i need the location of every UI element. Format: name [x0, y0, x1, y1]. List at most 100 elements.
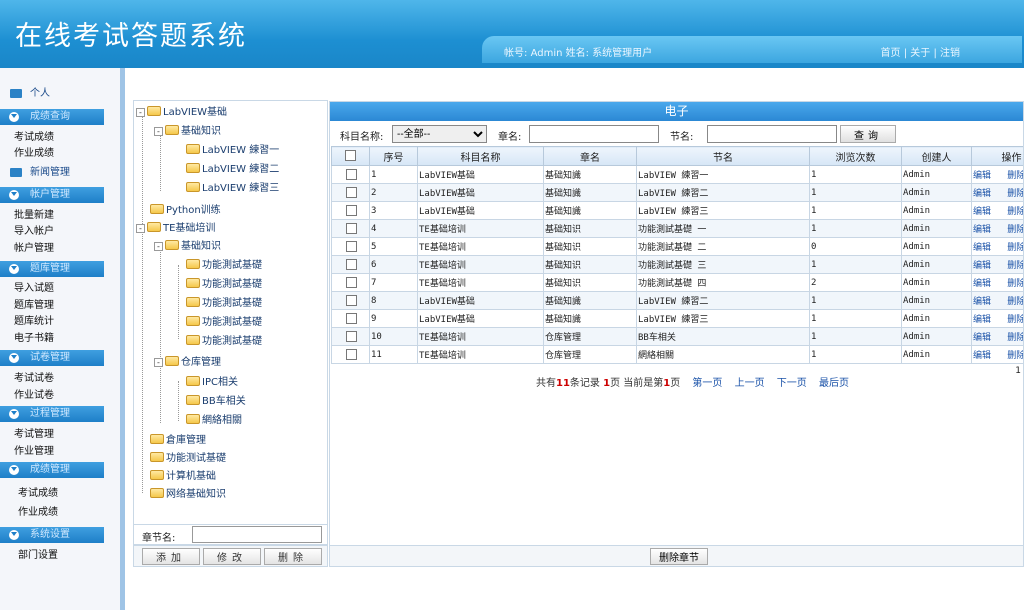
- tree-node[interactable]: 网络基础知识: [150, 485, 226, 500]
- delete-button[interactable]: 删除: [264, 548, 322, 565]
- edit-link[interactable]: 编辑: [973, 189, 991, 199]
- sidebar-item-homework-score-2[interactable]: 作业成绩: [18, 503, 58, 518]
- tree-node[interactable]: 功能测试基礎: [150, 449, 226, 464]
- row-checkbox[interactable]: [345, 277, 357, 288]
- row-checkbox[interactable]: [345, 205, 357, 216]
- sidebar-group-news[interactable]: 新闻管理: [0, 165, 104, 181]
- row-select-cell[interactable]: [331, 273, 370, 292]
- row-select-cell[interactable]: [331, 165, 370, 184]
- tree-node[interactable]: LabVIEW 練習二: [186, 160, 279, 175]
- sidebar-item-account-manage[interactable]: 帐户管理: [14, 239, 54, 254]
- row-select-cell[interactable]: [331, 255, 370, 274]
- sidebar-group-system[interactable]: 系统设置: [0, 527, 104, 543]
- delete-link[interactable]: 删除: [1007, 279, 1023, 289]
- row-checkbox[interactable]: [345, 187, 357, 198]
- tree-node[interactable]: 功能測試基礎: [186, 313, 262, 328]
- tree-node[interactable]: 功能測試基礎: [186, 294, 262, 309]
- first-page-link[interactable]: 第一页: [692, 378, 722, 389]
- edit-link[interactable]: 编辑: [973, 225, 991, 235]
- delete-link[interactable]: 删除: [1007, 243, 1023, 253]
- section-filter-input[interactable]: [707, 125, 837, 143]
- tree-node[interactable]: LabVIEW 練習三: [186, 179, 279, 194]
- row-checkbox[interactable]: [345, 223, 357, 234]
- sidebar-personal[interactable]: 个人: [0, 86, 104, 102]
- tree-node[interactable]: - TE基础培训: [136, 219, 215, 234]
- sidebar-group-paper[interactable]: 试卷管理: [0, 350, 104, 366]
- next-page-link[interactable]: 下一页: [777, 378, 807, 389]
- edit-link[interactable]: 编辑: [973, 351, 991, 361]
- sidebar-item-exam-score[interactable]: 考试成绩: [14, 128, 54, 143]
- sidebar-group-process[interactable]: 过程管理: [0, 406, 104, 422]
- tree-node[interactable]: 功能測試基礎: [186, 332, 262, 347]
- edit-link[interactable]: 编辑: [973, 333, 991, 343]
- chapter-filter-input[interactable]: [529, 125, 659, 143]
- sidebar-item-exam-score-2[interactable]: 考试成绩: [18, 484, 58, 499]
- nav-home[interactable]: 首页: [881, 48, 901, 59]
- sidebar-item-ebooks[interactable]: 电子书籍: [14, 329, 54, 344]
- tree-node[interactable]: IPC相关: [186, 373, 238, 388]
- row-checkbox[interactable]: [345, 313, 357, 324]
- edit-link[interactable]: 编辑: [973, 207, 991, 217]
- row-checkbox[interactable]: [345, 259, 357, 270]
- row-select-cell[interactable]: [331, 183, 370, 202]
- sidebar-group-score-manage[interactable]: 成绩管理: [0, 462, 104, 478]
- select-all-cell[interactable]: [331, 146, 370, 166]
- delete-link[interactable]: 删除: [1007, 261, 1023, 271]
- delete-link[interactable]: 删除: [1007, 297, 1023, 307]
- delete-link[interactable]: 删除: [1007, 315, 1023, 325]
- row-checkbox[interactable]: [345, 241, 357, 252]
- sidebar-group-account[interactable]: 帐户管理: [0, 187, 104, 203]
- tree-node[interactable]: - 基础知识: [154, 122, 221, 137]
- delete-link[interactable]: 删除: [1007, 225, 1023, 235]
- row-checkbox[interactable]: [345, 169, 357, 180]
- add-button[interactable]: 添加: [142, 548, 200, 565]
- nav-logout[interactable]: 注销: [940, 48, 960, 59]
- tree-node[interactable]: 计算机基础: [150, 467, 216, 482]
- sidebar-group-score-query[interactable]: 成绩查询: [0, 109, 104, 125]
- sidebar-item-import-questions[interactable]: 导入试题: [14, 279, 54, 294]
- nav-about[interactable]: 关于: [910, 48, 930, 59]
- row-select-cell[interactable]: [331, 219, 370, 238]
- search-button[interactable]: 查询: [840, 125, 896, 143]
- delete-link[interactable]: 删除: [1007, 207, 1023, 217]
- edit-link[interactable]: 编辑: [973, 315, 991, 325]
- tree-node[interactable]: LabVIEW 練習一: [186, 141, 279, 156]
- edit-link[interactable]: 编辑: [973, 279, 991, 289]
- delete-link[interactable]: 删除: [1007, 189, 1023, 199]
- sidebar-item-exam-paper[interactable]: 考试试卷: [14, 369, 54, 384]
- delete-chapter-button[interactable]: 删除章节: [650, 548, 708, 565]
- sidebar-item-dept-settings[interactable]: 部门设置: [18, 546, 58, 561]
- tree-node[interactable]: - 基础知识: [154, 237, 221, 252]
- subject-select[interactable]: --全部--: [392, 125, 487, 143]
- row-select-cell[interactable]: [331, 345, 370, 364]
- chapter-name-input[interactable]: [192, 526, 322, 543]
- sidebar-item-bank-stats[interactable]: 题库统计: [14, 312, 54, 327]
- prev-page-link[interactable]: 上一页: [735, 378, 765, 389]
- row-select-cell[interactable]: [331, 309, 370, 328]
- sidebar-item-exam-manage[interactable]: 考试管理: [14, 425, 54, 440]
- delete-link[interactable]: 删除: [1007, 171, 1023, 181]
- sidebar-item-homework-manage[interactable]: 作业管理: [14, 442, 54, 457]
- tree-node[interactable]: 功能測試基礎: [186, 275, 262, 290]
- row-select-cell[interactable]: [331, 327, 370, 346]
- edit-link[interactable]: 编辑: [973, 297, 991, 307]
- row-select-cell[interactable]: [331, 237, 370, 256]
- tree-node[interactable]: 功能測試基礎: [186, 256, 262, 271]
- edit-link[interactable]: 编辑: [973, 243, 991, 253]
- sidebar-item-import-account[interactable]: 导入帐户: [14, 222, 54, 237]
- row-select-cell[interactable]: [331, 291, 370, 310]
- tree-node[interactable]: - 仓库管理: [154, 353, 221, 368]
- edit-button[interactable]: 修改: [203, 548, 261, 565]
- row-checkbox[interactable]: [345, 331, 357, 342]
- tree-node[interactable]: BB车相关: [186, 392, 246, 407]
- sidebar-item-homework-score[interactable]: 作业成绩: [14, 144, 54, 159]
- last-page-link[interactable]: 最后页: [819, 378, 849, 389]
- row-checkbox[interactable]: [345, 295, 357, 306]
- edit-link[interactable]: 编辑: [973, 171, 991, 181]
- sidebar-item-homework-paper[interactable]: 作业试卷: [14, 386, 54, 401]
- tree-node[interactable]: Python训练: [150, 201, 221, 216]
- edit-link[interactable]: 编辑: [973, 261, 991, 271]
- row-checkbox[interactable]: [345, 349, 357, 360]
- tree-node[interactable]: 網絡相關: [186, 411, 242, 426]
- sidebar-item-batch-create[interactable]: 批量新建: [14, 206, 54, 221]
